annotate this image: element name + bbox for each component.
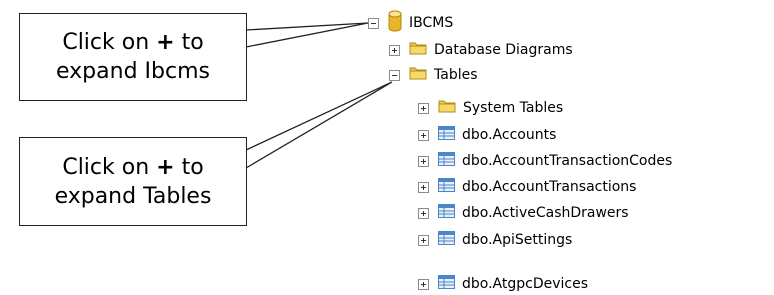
tree-node-label: System Tables: [463, 100, 564, 116]
tree-node-table[interactable]: dbo.Accounts: [418, 124, 556, 146]
callout-expand-ibcms: Click on + to expand Ibcms: [19, 13, 247, 101]
callout-expand-tables: Click on + to expand Tables: [19, 137, 247, 226]
tree-node-label: dbo.AtgpcDevices: [462, 276, 589, 292]
tree-node-label: Database Diagrams: [434, 42, 573, 58]
expand-toggle-icon[interactable]: [418, 155, 429, 167]
tree-node-label: dbo.AccountTransactions: [462, 179, 637, 195]
callout-text: to: [174, 154, 204, 180]
tree-node-label: dbo.ActiveCashDrawers: [462, 205, 629, 221]
tree-node-ibcms[interactable]: IBCMS: [368, 10, 454, 36]
table-icon: [438, 204, 455, 222]
callout-text: Click on: [62, 30, 157, 55]
collapse-toggle-icon[interactable]: [389, 69, 400, 81]
callout-text: Click on: [62, 154, 157, 180]
tree-node-table[interactable]: dbo.ActiveCashDrawers: [418, 202, 629, 224]
collapse-toggle-icon[interactable]: [368, 17, 379, 29]
tree-node-label: dbo.AccountTransactionCodes: [462, 153, 673, 169]
tree-node-table[interactable]: dbo.AccountTransactions: [418, 176, 636, 198]
folder-icon: [438, 99, 456, 117]
tree-node-table[interactable]: dbo.AccountTransactionCodes: [418, 150, 672, 172]
folder-icon: [409, 66, 427, 84]
callout-text: to: [174, 30, 204, 55]
plus-symbol: +: [156, 154, 175, 180]
tree-node-label: IBCMS: [409, 15, 454, 31]
table-icon: [438, 178, 455, 196]
table-icon: [438, 231, 455, 249]
tree-node-database-diagrams[interactable]: Database Diagrams: [389, 39, 573, 61]
tree-node-system-tables[interactable]: System Tables: [418, 97, 563, 119]
expand-toggle-icon[interactable]: [418, 181, 429, 193]
tree-node-label: dbo.ApiSettings: [462, 232, 573, 248]
expand-toggle-icon[interactable]: [389, 44, 400, 56]
tree-node-label: dbo.Accounts: [462, 127, 557, 143]
tree-node-label: Tables: [434, 67, 478, 83]
expand-toggle-icon[interactable]: [418, 207, 429, 219]
callout-text: expand Ibcms: [56, 59, 210, 84]
tree-node-table[interactable]: dbo.AtgpcDevices: [418, 273, 588, 295]
tree-node-table[interactable]: dbo.ApiSettings: [418, 229, 572, 251]
folder-icon: [409, 41, 427, 59]
database-icon: [388, 10, 402, 36]
callout-text: expand Tables: [54, 183, 212, 209]
tree-node-tables[interactable]: Tables: [389, 64, 478, 86]
plus-symbol: +: [156, 30, 175, 55]
expand-toggle-icon[interactable]: [418, 102, 429, 114]
expand-toggle-icon[interactable]: [418, 129, 429, 141]
table-icon: [438, 152, 455, 170]
table-icon: [438, 126, 455, 144]
expand-toggle-icon[interactable]: [418, 234, 429, 246]
table-icon: [438, 275, 455, 293]
